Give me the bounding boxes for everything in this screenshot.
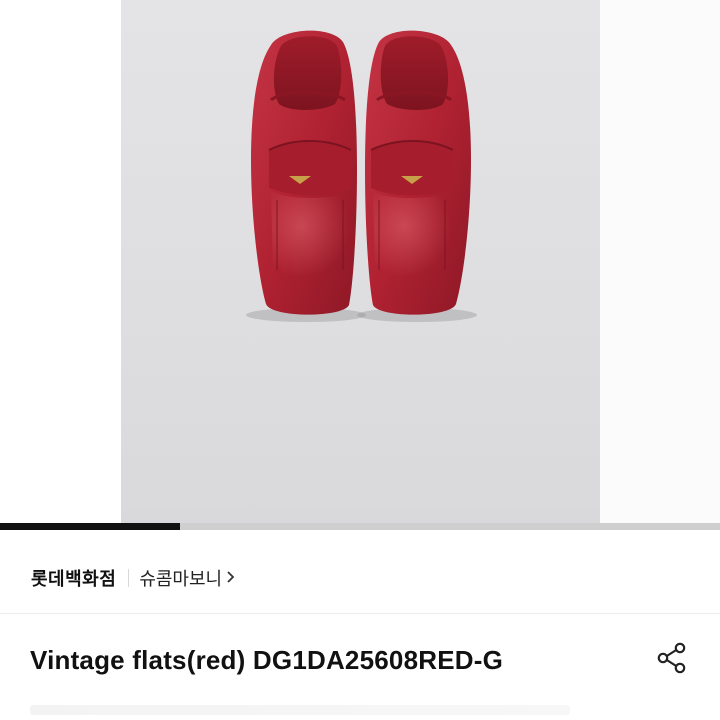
product-title: Vintage flats(red) DG1DA25608RED-G — [30, 644, 504, 675]
next-image-peek — [600, 0, 720, 523]
store-separator — [128, 569, 130, 587]
product-image[interactable] — [121, 0, 600, 523]
previous-image-peek — [0, 0, 121, 523]
left-shoe — [246, 30, 366, 322]
store-brand-row: 롯데백화점 슈콤마보니 — [0, 548, 720, 608]
right-shoe — [357, 30, 477, 322]
section-divider — [0, 613, 720, 614]
brand-link[interactable]: 슈콤마보니 — [139, 565, 236, 591]
gallery-progress-fill — [0, 523, 180, 530]
share-icon[interactable] — [654, 640, 690, 676]
brand-name: 슈콤마보니 — [139, 569, 223, 590]
product-image-gallery[interactable] — [0, 0, 720, 523]
store-name[interactable]: 롯데백화점 — [31, 565, 116, 591]
next-content-ghost — [30, 705, 570, 715]
chevron-right-icon — [226, 568, 236, 589]
product-title-row: Vintage flats(red) DG1DA25608RED-G — [0, 628, 720, 692]
gallery-progress-bar — [0, 523, 720, 530]
loafers-illustration — [246, 30, 477, 322]
